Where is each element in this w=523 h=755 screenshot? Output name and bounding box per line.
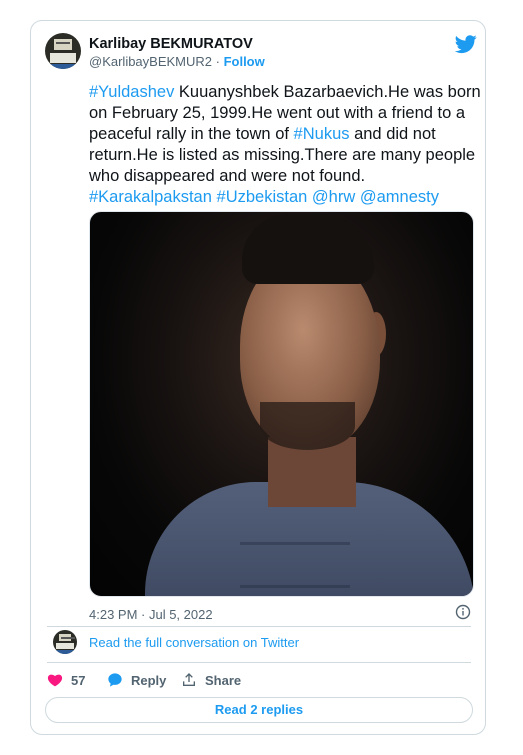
- conversation-avatar: [53, 630, 77, 654]
- heart-icon: [47, 674, 63, 687]
- tweet-timestamp[interactable]: 4:23 PM · Jul 5, 2022: [89, 607, 213, 622]
- tweet-photo[interactable]: [89, 211, 474, 597]
- divider: [47, 626, 471, 627]
- follow-link[interactable]: Follow: [224, 54, 265, 69]
- hashtag-link[interactable]: #Karakalpakstan: [89, 188, 212, 206]
- mention-link[interactable]: @hrw: [312, 188, 355, 206]
- author-handle[interactable]: @KarlibayBEKMUR2: [89, 54, 212, 69]
- share-label: Share: [205, 672, 242, 688]
- share-action[interactable]: Share: [181, 672, 241, 688]
- mention-link[interactable]: @amnesty: [360, 188, 439, 206]
- reply-action[interactable]: Reply: [107, 672, 166, 688]
- tweet-card: Karlibay BEKMURATOV @KarlibayBEKMUR2 · F…: [30, 20, 486, 735]
- read-replies-button[interactable]: Read 2 replies: [45, 697, 473, 723]
- reply-label: Reply: [131, 672, 167, 688]
- read-conversation-link[interactable]: Read the full conversation on Twitter: [89, 635, 299, 650]
- reply-bubble-icon: [108, 673, 122, 687]
- like-count: 57: [71, 672, 86, 688]
- hashtag-link[interactable]: #Yuldashev: [89, 83, 174, 101]
- author-avatar[interactable]: [45, 33, 81, 69]
- separator-dot: ·: [212, 54, 224, 69]
- twitter-bird-icon[interactable]: [455, 33, 477, 55]
- hashtag-link[interactable]: #Nukus: [294, 125, 350, 143]
- divider: [47, 662, 471, 663]
- hashtag-link[interactable]: #Uzbekistan: [217, 188, 308, 206]
- like-action[interactable]: 57: [47, 672, 85, 688]
- info-icon[interactable]: [455, 604, 471, 620]
- tweet-text: #Yuldashev Kuuanyshbek Bazarbaevich.He w…: [89, 82, 481, 208]
- share-icon: [183, 673, 195, 686]
- author-name[interactable]: Karlibay BEKMURATOV: [89, 36, 253, 52]
- author-handle-line: @KarlibayBEKMUR2 · Follow: [89, 54, 265, 69]
